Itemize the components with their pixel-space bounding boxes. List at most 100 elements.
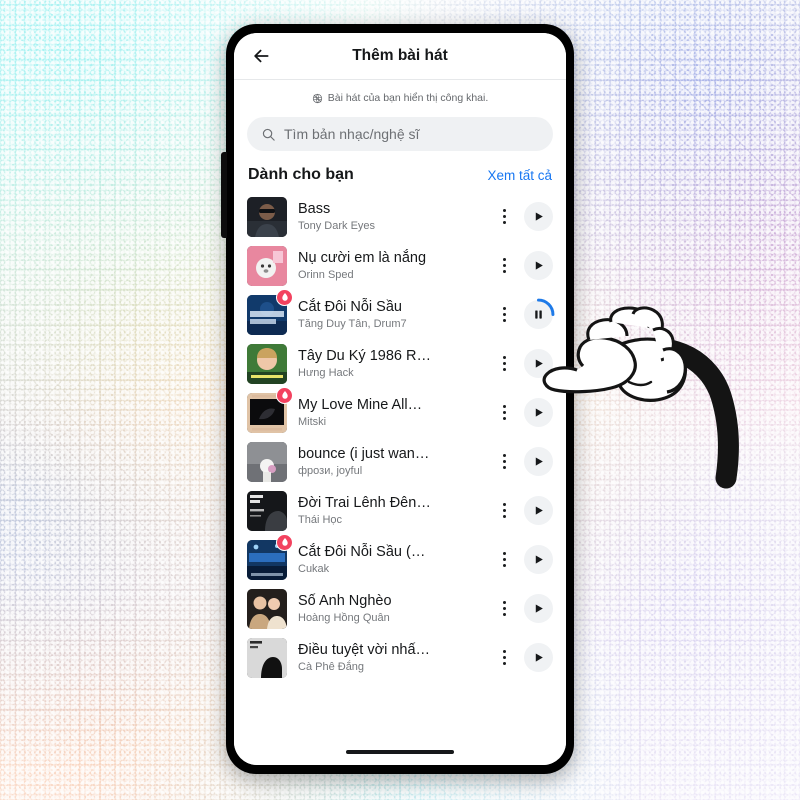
track-title: My Love Mine All… <box>298 396 423 413</box>
album-art-container <box>247 288 293 335</box>
play-icon <box>535 261 543 270</box>
track-row[interactable]: Số Anh Nghèo Hoàng Hồng Quân <box>234 584 566 633</box>
play-icon <box>535 604 543 613</box>
track-meta: My Love Mine All… Mitski <box>287 396 492 430</box>
track-artist: Cukak <box>298 562 330 575</box>
search-container: Tìm bản nhạc/nghệ sĩ <box>234 115 566 161</box>
globe-icon <box>312 93 323 104</box>
track-list: Bass Tony Dark Eyes Nụ cười em là nắng Orin… <box>234 192 566 739</box>
play-button[interactable] <box>524 643 553 672</box>
play-icon <box>535 408 543 417</box>
search-placeholder: Tìm bản nhạc/nghệ sĩ <box>284 126 420 142</box>
album-art <box>247 637 287 678</box>
album-art-container <box>247 637 287 678</box>
track-title: Điều tuyệt vời nhấ… <box>298 641 431 658</box>
track-meta: Nụ cười em là nắng Orinn Sped <box>287 249 492 283</box>
progress-arc <box>537 298 555 316</box>
trending-badge <box>276 386 293 404</box>
track-meta: Bass Tony Dark Eyes <box>287 200 492 234</box>
play-button[interactable] <box>524 202 553 231</box>
track-meta: Tây Du Ký 1986 R… Hưng Hack <box>287 347 492 381</box>
track-meta: Điều tuyệt vời nhấ… Cà Phê Đắng <box>287 641 492 675</box>
track-overflow-menu-button[interactable] <box>492 209 516 224</box>
track-title: Cắt Đôi Nỗi Sầu <box>298 298 402 315</box>
track-overflow-menu-button[interactable] <box>492 356 516 371</box>
album-art-container <box>247 588 287 629</box>
play-button[interactable] <box>524 349 553 378</box>
flame-icon <box>281 293 288 301</box>
section-title: Dành cho bạn <box>248 166 354 183</box>
play-icon <box>535 359 543 368</box>
trending-badge <box>276 533 293 551</box>
play-button[interactable] <box>524 496 553 525</box>
track-row[interactable]: Tây Du Ký 1986 R… Hưng Hack <box>234 339 566 388</box>
track-title: Đời Trai Lênh Đên… <box>298 494 431 511</box>
home-indicator[interactable] <box>346 750 454 754</box>
track-overflow-menu-button[interactable] <box>492 405 516 420</box>
flame-icon <box>281 538 288 546</box>
track-overflow-menu-button[interactable] <box>492 307 516 322</box>
track-overflow-menu-button[interactable] <box>492 258 516 273</box>
track-row[interactable]: bounce (i just wan… фрози, joyful <box>234 437 566 486</box>
track-meta: Số Anh Nghèo Hoàng Hồng Quân <box>287 592 492 626</box>
track-title: Bass <box>298 200 331 217</box>
track-title: Số Anh Nghèo <box>298 592 392 609</box>
track-row[interactable]: My Love Mine All… Mitski <box>234 386 566 437</box>
see-all-link[interactable]: Xem tất cả <box>487 168 552 183</box>
phone-side-button[interactable] <box>221 152 227 238</box>
track-overflow-menu-button[interactable] <box>492 552 516 567</box>
play-button[interactable] <box>524 447 553 476</box>
play-button[interactable] <box>524 545 553 574</box>
album-art <box>247 245 287 286</box>
section-header: Dành cho bạn Xem tất cả <box>234 161 566 192</box>
album-art <box>247 196 287 237</box>
track-row[interactable]: Đời Trai Lênh Đên… Thái Học <box>234 486 566 535</box>
play-button[interactable] <box>524 594 553 623</box>
track-overflow-menu-button[interactable] <box>492 503 516 518</box>
play-button[interactable] <box>524 251 553 280</box>
play-icon <box>535 555 543 564</box>
app-header: Thêm bài hát <box>234 33 566 79</box>
play-icon <box>535 653 543 662</box>
album-art-container <box>247 386 293 433</box>
search-input[interactable]: Tìm bản nhạc/nghệ sĩ <box>247 117 553 151</box>
track-overflow-menu-button[interactable] <box>492 601 516 616</box>
track-artist: Hưng Hack <box>298 366 354 379</box>
search-icon <box>262 128 275 141</box>
track-row[interactable]: Nụ cười em là nắng Orinn Sped <box>234 241 566 290</box>
track-row[interactable]: Cắt Đôi Nỗi Sầu Tăng Duy Tân, Drum7 <box>234 288 566 339</box>
track-artist: Thái Học <box>298 513 343 526</box>
flame-icon <box>281 391 288 399</box>
track-row[interactable]: Bass Tony Dark Eyes <box>234 192 566 241</box>
track-row[interactable]: Cắt Đôi Nỗi Sầu (… Cukak <box>234 533 566 584</box>
track-meta: Cắt Đôi Nỗi Sầu (… Cukak <box>287 543 492 577</box>
track-meta: Đời Trai Lênh Đên… Thái Học <box>287 494 492 528</box>
track-row[interactable]: Điều tuyệt vời nhấ… Cà Phê Đắng <box>234 633 566 682</box>
track-overflow-menu-button[interactable] <box>492 650 516 665</box>
privacy-notice: Bài hát của bạn hiển thị công khai. <box>234 80 566 115</box>
play-button[interactable] <box>524 398 553 427</box>
track-artist: Tăng Duy Tân, Drum7 <box>298 317 407 330</box>
pause-button[interactable] <box>524 298 555 329</box>
track-artist: Tony Dark Eyes <box>298 219 376 232</box>
track-overflow-menu-button[interactable] <box>492 454 516 469</box>
track-meta: Cắt Đôi Nỗi Sầu Tăng Duy Tân, Drum7 <box>287 298 492 332</box>
track-title: Nụ cười em là nắng <box>298 249 427 266</box>
arrow-left-icon <box>254 49 269 63</box>
gesture-nav-bar <box>234 739 566 765</box>
album-art-container <box>247 441 287 482</box>
album-art <box>247 490 287 531</box>
track-meta: bounce (i just wan… фрози, joyful <box>287 445 492 479</box>
album-art <box>247 441 287 482</box>
album-art <box>247 588 287 629</box>
album-art-container <box>247 245 287 286</box>
track-artist: Hoàng Hồng Quân <box>298 611 390 624</box>
track-artist: Orinn Sped <box>298 268 354 281</box>
album-art-container <box>247 533 293 580</box>
privacy-notice-text: Bài hát của bạn hiển thị công khai. <box>327 92 489 104</box>
back-button[interactable] <box>246 41 276 71</box>
play-icon <box>535 212 543 221</box>
track-title: Cắt Đôi Nỗi Sầu (… <box>298 543 426 560</box>
album-art-container <box>247 490 287 531</box>
track-artist: Mitski <box>298 415 327 428</box>
